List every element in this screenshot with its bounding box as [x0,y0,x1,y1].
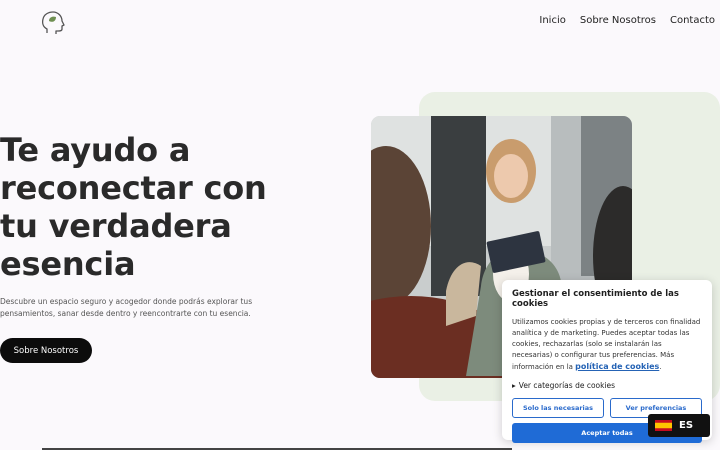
sobre-nosotros-button[interactable]: Sobre Nosotros [0,338,92,363]
cookie-categories-toggle[interactable]: ▸ Ver categorías de cookies [512,381,702,390]
cookie-link-suffix: . [659,363,662,371]
triangle-right-icon: ▸ [512,381,516,390]
cookie-categories-label: Ver categorías de cookies [518,381,616,390]
hero-description: Descubre un espacio seguro y acogedor do… [0,297,253,318]
nav-item-contacto[interactable]: Contacto [670,15,715,26]
main-nav: Inicio Sobre Nosotros Contacto [539,15,715,26]
spain-flag-icon [655,420,672,431]
cookie-policy-link[interactable]: política de cookies [575,362,659,371]
cookie-title: Gestionar el consentimiento de las cooki… [512,289,679,309]
language-switcher[interactable]: ES [648,414,710,437]
head-leaf-logo-icon[interactable] [38,9,66,37]
language-code: ES [679,420,694,431]
nav-item-inicio[interactable]: Inicio [539,15,565,26]
cookie-text: Utilizamos cookies propias y de terceros… [512,317,702,373]
hero-title: Te ayudo a reconectar con tu verdadera e… [0,131,267,283]
necessary-only-button[interactable]: Solo las necesarias [512,398,604,418]
nav-item-sobre-nosotros[interactable]: Sobre Nosotros [580,15,656,26]
